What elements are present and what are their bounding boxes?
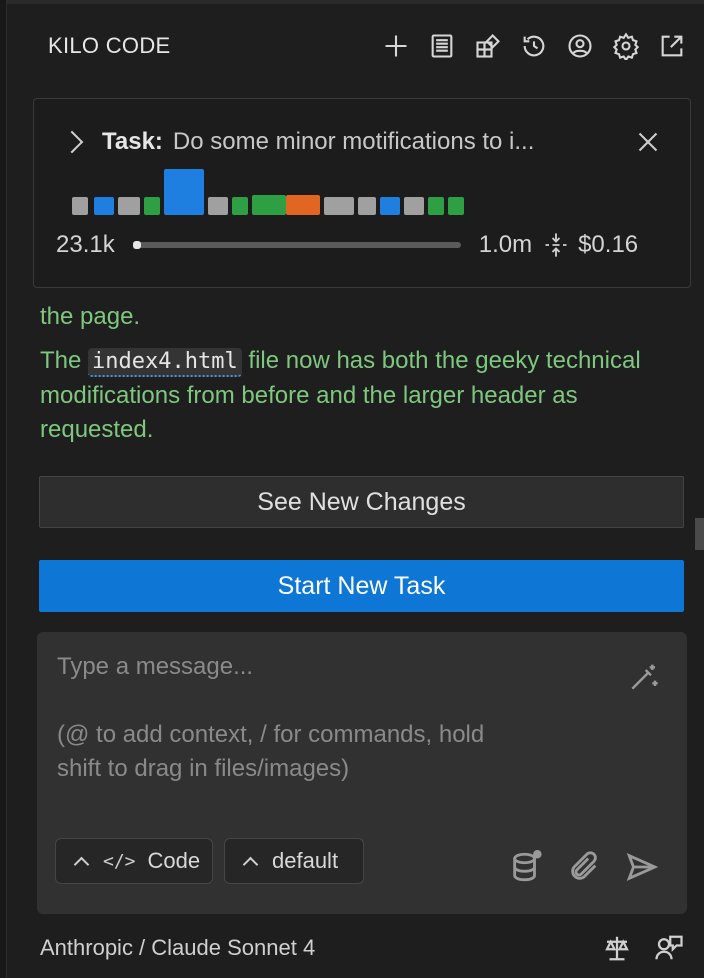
panel-title: KILO CODE [48, 33, 171, 58]
panel-left-edge [0, 0, 7, 978]
settings-icon[interactable] [608, 28, 644, 64]
timeline-bar[interactable] [358, 197, 376, 215]
timeline-bar[interactable] [448, 197, 464, 215]
account-icon[interactable] [562, 28, 598, 64]
code-mode-icon: </> [103, 850, 136, 872]
chevron-up-icon [242, 856, 259, 872]
timeline-bar[interactable] [324, 197, 354, 215]
timeline-bar[interactable] [380, 197, 400, 215]
attach-icon[interactable] [567, 850, 601, 884]
chevron-up-icon [73, 856, 90, 872]
plus-icon[interactable] [378, 28, 414, 64]
model-label[interactable]: Anthropic / Claude Sonnet 4 [40, 935, 315, 961]
context-window-bar: 23.1k 1.0m $0.16 [56, 227, 670, 263]
task-card: Task: Do some minor motifications to i..… [33, 98, 691, 288]
panel-header: KILO CODE [48, 26, 690, 66]
timeline-bar[interactable] [94, 197, 114, 215]
task-header[interactable]: Task: Do some minor motifications to i..… [60, 125, 660, 159]
context-progress-fill [132, 241, 141, 249]
message-input[interactable]: Type a message... (@ to add context, / f… [57, 650, 484, 786]
timeline-bar[interactable] [252, 195, 286, 215]
timeline-bar[interactable] [144, 197, 160, 215]
start-new-task-button[interactable]: Start New Task [39, 560, 684, 612]
see-new-changes-button[interactable]: See New Changes [39, 476, 684, 528]
mode-selector[interactable]: </> Code [55, 838, 213, 884]
context-window-size: 1.0m [478, 231, 533, 258]
chat-composer[interactable]: Type a message... (@ to add context, / f… [37, 632, 687, 914]
profile-label: default [272, 848, 339, 873]
status-footer: Anthropic / Claude Sonnet 4 [40, 930, 684, 966]
timeline-bar[interactable] [164, 169, 204, 215]
marketplace-icon[interactable] [470, 28, 506, 64]
timeline-bar[interactable] [404, 197, 424, 215]
footer-actions [602, 933, 684, 963]
scale-icon[interactable] [602, 933, 632, 963]
window-top-edge [0, 0, 704, 4]
close-icon[interactable] [636, 130, 660, 154]
scrollbar-thumb[interactable] [695, 518, 704, 550]
history-list-icon[interactable] [424, 28, 460, 64]
profile-selector[interactable]: default [224, 838, 364, 884]
enhance-prompt-icon[interactable] [627, 662, 659, 694]
assistant-message-line: the page. [40, 303, 141, 330]
popout-icon[interactable] [654, 28, 690, 64]
task-cost: $0.16 [578, 231, 639, 258]
history-clock-icon[interactable] [516, 28, 552, 64]
timeline-bar[interactable] [72, 197, 88, 215]
timeline-bar[interactable] [118, 197, 140, 215]
timeline-bar[interactable] [232, 197, 248, 215]
message-text-before: The [40, 347, 89, 374]
header-actions [378, 28, 690, 64]
timeline-bar[interactable] [428, 197, 444, 215]
timeline-bar[interactable] [208, 197, 228, 215]
context-progress-track [132, 241, 461, 249]
assistant-message: The index4.html file now has both the ge… [40, 344, 674, 447]
task-label: Task: [102, 128, 163, 155]
mode-label: Code [147, 848, 201, 873]
feedback-icon[interactable] [654, 933, 684, 963]
chevron-right-icon[interactable] [60, 130, 84, 154]
codebase-index-icon[interactable] [509, 850, 543, 884]
tokens-used: 23.1k [56, 231, 115, 258]
condense-context-icon[interactable] [542, 231, 570, 259]
send-icon[interactable] [625, 850, 659, 884]
timeline-bar[interactable] [286, 195, 320, 215]
inline-code-filename[interactable]: index4.html [88, 348, 242, 377]
task-title: Do some minor motifications to i... [172, 128, 535, 155]
